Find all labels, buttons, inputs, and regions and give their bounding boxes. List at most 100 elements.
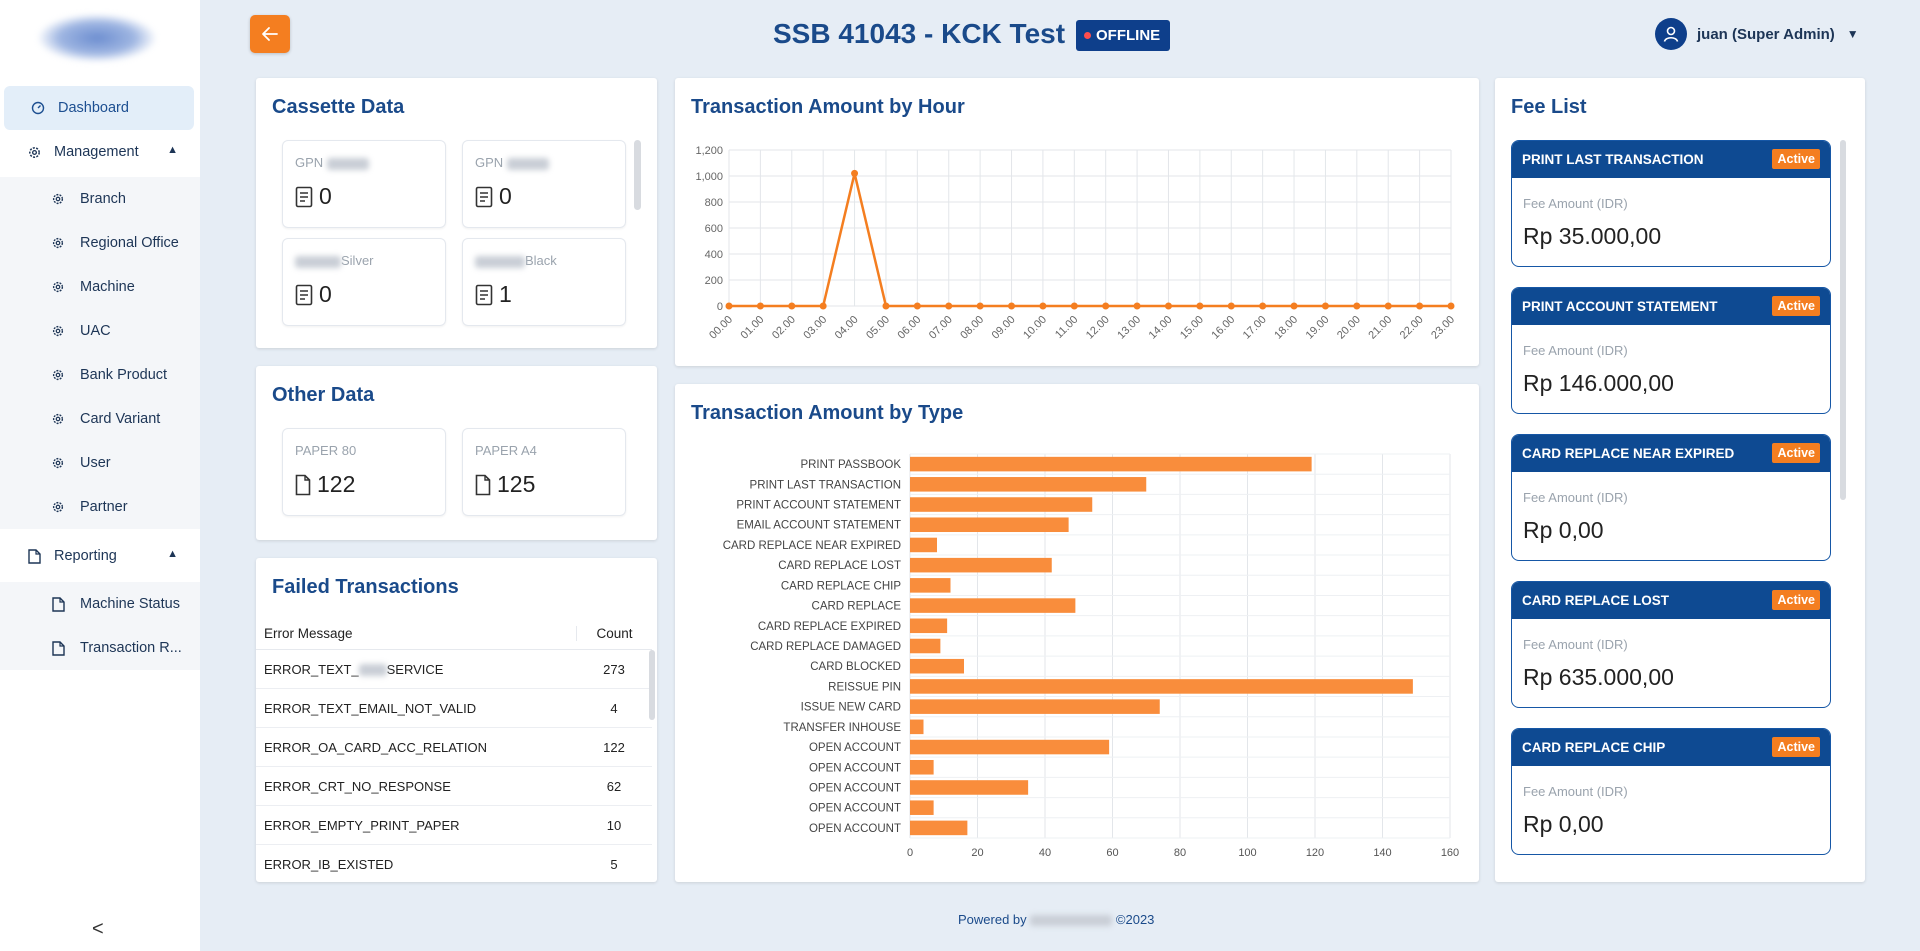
- x-tick-label: 03.00: [801, 314, 829, 342]
- sidebar-item-reporting[interactable]: Reporting ▲: [0, 534, 200, 578]
- sidebar-item-label: Machine: [80, 279, 135, 295]
- back-button[interactable]: [250, 15, 290, 53]
- category-label: OPEN ACCOUNT: [809, 823, 901, 835]
- x-tick-label: 160: [1441, 847, 1459, 859]
- bar: [910, 699, 1160, 714]
- fee-list-scrollbar[interactable]: [1840, 140, 1846, 500]
- x-tick-label: 09.00: [990, 314, 1018, 342]
- cassette-item: Silver 0: [282, 238, 446, 326]
- other-item: PAPER 80 122: [282, 428, 446, 516]
- cassette-icon: [295, 284, 313, 305]
- sidebar-item-management[interactable]: Management ▲: [0, 130, 200, 174]
- error-message: ERROR_OA_CARD_ACC_RELATION: [264, 739, 487, 755]
- table-row[interactable]: ERROR_OA_CARD_ACC_RELATION 122: [256, 728, 652, 767]
- status-text: OFFLINE: [1096, 27, 1161, 44]
- failed-transactions-card: Failed Transactions Error Message Count …: [256, 558, 657, 882]
- cassette-scrollbar[interactable]: [634, 140, 641, 210]
- user-menu[interactable]: juan (Super Admin) ▼: [1655, 18, 1859, 50]
- y-tick-label: 400: [705, 249, 723, 261]
- other-value: 125: [497, 471, 536, 497]
- fee-item[interactable]: CARD REPLACE LOST Active Fee Amount (IDR)…: [1511, 581, 1831, 708]
- data-point: [1164, 302, 1172, 310]
- data-point: [1290, 302, 1298, 310]
- bar: [910, 598, 1076, 613]
- gauge-icon: [30, 100, 46, 116]
- x-tick-label: 60: [1106, 847, 1118, 859]
- sidebar-item-machine[interactable]: Machine: [0, 265, 200, 309]
- sidebar-item-card-variant[interactable]: Card Variant: [0, 397, 200, 441]
- document-icon: [475, 474, 491, 495]
- sidebar-item-uac[interactable]: UAC: [0, 309, 200, 353]
- failed-table-scrollbar[interactable]: [649, 650, 655, 720]
- sidebar-item-bank-product[interactable]: Bank Product: [0, 353, 200, 397]
- table-row[interactable]: ERROR_EMPTY_PRINT_PAPER 10: [256, 806, 652, 845]
- x-tick-label: 07.00: [927, 314, 955, 342]
- y-tick-label: 1,000: [695, 171, 723, 183]
- bar: [910, 517, 1069, 533]
- x-tick-label: 20.00: [1335, 314, 1363, 342]
- table-row[interactable]: ERROR_IB_EXISTED 5: [256, 845, 652, 882]
- sidebar-item-branch[interactable]: Branch: [0, 177, 200, 221]
- column-header-error-message[interactable]: Error Message: [256, 626, 576, 641]
- table-row[interactable]: ERROR_CRT_NO_RESPONSE 62: [256, 767, 652, 806]
- fee-amount: Rp 0,00: [1523, 517, 1604, 543]
- fee-amount: Rp 0,00: [1523, 811, 1604, 837]
- type-chart-card: Transaction Amount by Type 0 20 40 60 80 100 1…: [675, 384, 1479, 882]
- table-row[interactable]: ERROR_TEXT_EMAIL_NOT_VALID 4: [256, 689, 652, 728]
- status-badge: OFFLINE: [1076, 20, 1171, 51]
- cassette-data-card: Cassette Data GPN 0 GPN 0 Silver 0 Black…: [256, 78, 657, 348]
- error-message: ERROR_TEXT_EMAIL_NOT_VALID: [264, 700, 477, 716]
- fee-status-badge: Active: [1772, 149, 1820, 169]
- data-point: [1196, 302, 1204, 310]
- sidebar-item-label: UAC: [80, 323, 111, 339]
- user-icon: [1663, 26, 1679, 42]
- sidebar-item-regional-office[interactable]: Regional Office: [0, 221, 200, 265]
- data-point: [1447, 302, 1455, 310]
- gear-icon: [50, 367, 66, 383]
- sidebar-item-label: Branch: [80, 191, 126, 207]
- cassette-value: 1: [499, 281, 512, 307]
- sidebar-item-partner[interactable]: Partner: [0, 485, 200, 529]
- failed-transactions-title: Failed Transactions: [272, 576, 459, 598]
- bar: [910, 679, 1413, 694]
- sidebar-item-transaction-report[interactable]: Transaction R...: [0, 626, 200, 670]
- fee-label: Fee Amount (IDR): [1523, 490, 1628, 505]
- fee-name: PRINT ACCOUNT STATEMENT: [1522, 299, 1718, 314]
- x-tick-label: 140: [1373, 847, 1391, 859]
- category-label: EMAIL ACCOUNT STATEMENT: [737, 520, 901, 532]
- fee-name: CARD REPLACE CHIP: [1522, 740, 1666, 755]
- data-point: [819, 302, 827, 310]
- fee-name: CARD REPLACE NEAR EXPIRED: [1522, 446, 1735, 461]
- column-header-count[interactable]: Count: [576, 626, 652, 641]
- fee-list-title: Fee List: [1511, 96, 1587, 118]
- sidebar-item-dashboard[interactable]: Dashboard: [4, 86, 194, 130]
- fee-item[interactable]: CARD REPLACE CHIP Active Fee Amount (IDR)…: [1511, 728, 1831, 855]
- sidebar-item-machine-status[interactable]: Machine Status: [0, 582, 200, 626]
- sidebar-item-user[interactable]: User: [0, 441, 200, 485]
- error-message: ERROR_TEXT_: [264, 661, 359, 677]
- document-icon: [26, 548, 42, 564]
- data-point: [1416, 302, 1424, 310]
- gear-icon: [50, 323, 66, 339]
- bar: [910, 618, 948, 634]
- data-point: [1102, 302, 1110, 310]
- collapse-sidebar-button[interactable]: <: [92, 918, 104, 941]
- cassette-label: GPN: [475, 155, 504, 170]
- bar: [910, 456, 1312, 472]
- fee-item[interactable]: CARD REPLACE NEAR EXPIRED Active Fee Amou…: [1511, 434, 1831, 561]
- fee-item[interactable]: PRINT LAST TRANSACTION Active Fee Amount …: [1511, 140, 1831, 267]
- bar: [910, 497, 1093, 512]
- y-tick-label: 200: [705, 275, 723, 287]
- gear-icon: [50, 191, 66, 207]
- x-tick-label: 120: [1306, 847, 1324, 859]
- x-tick-label: 100: [1238, 847, 1256, 859]
- logo: [38, 14, 156, 62]
- fee-item[interactable]: PRINT ACCOUNT STATEMENT Active Fee Amount…: [1511, 287, 1831, 414]
- other-value: 122: [317, 471, 356, 497]
- hourly-line-chart: 0 200 400 600 800 1,000 1,200 00.00 01.00 02.00 03…: [695, 145, 1457, 342]
- error-count: 5: [610, 856, 618, 872]
- gear-icon: [50, 455, 66, 471]
- category-label: ISSUE NEW CARD: [801, 702, 901, 714]
- table-row[interactable]: ERROR_TEXT_ SERVICE 273: [256, 650, 652, 689]
- cassette-value: 0: [319, 183, 332, 209]
